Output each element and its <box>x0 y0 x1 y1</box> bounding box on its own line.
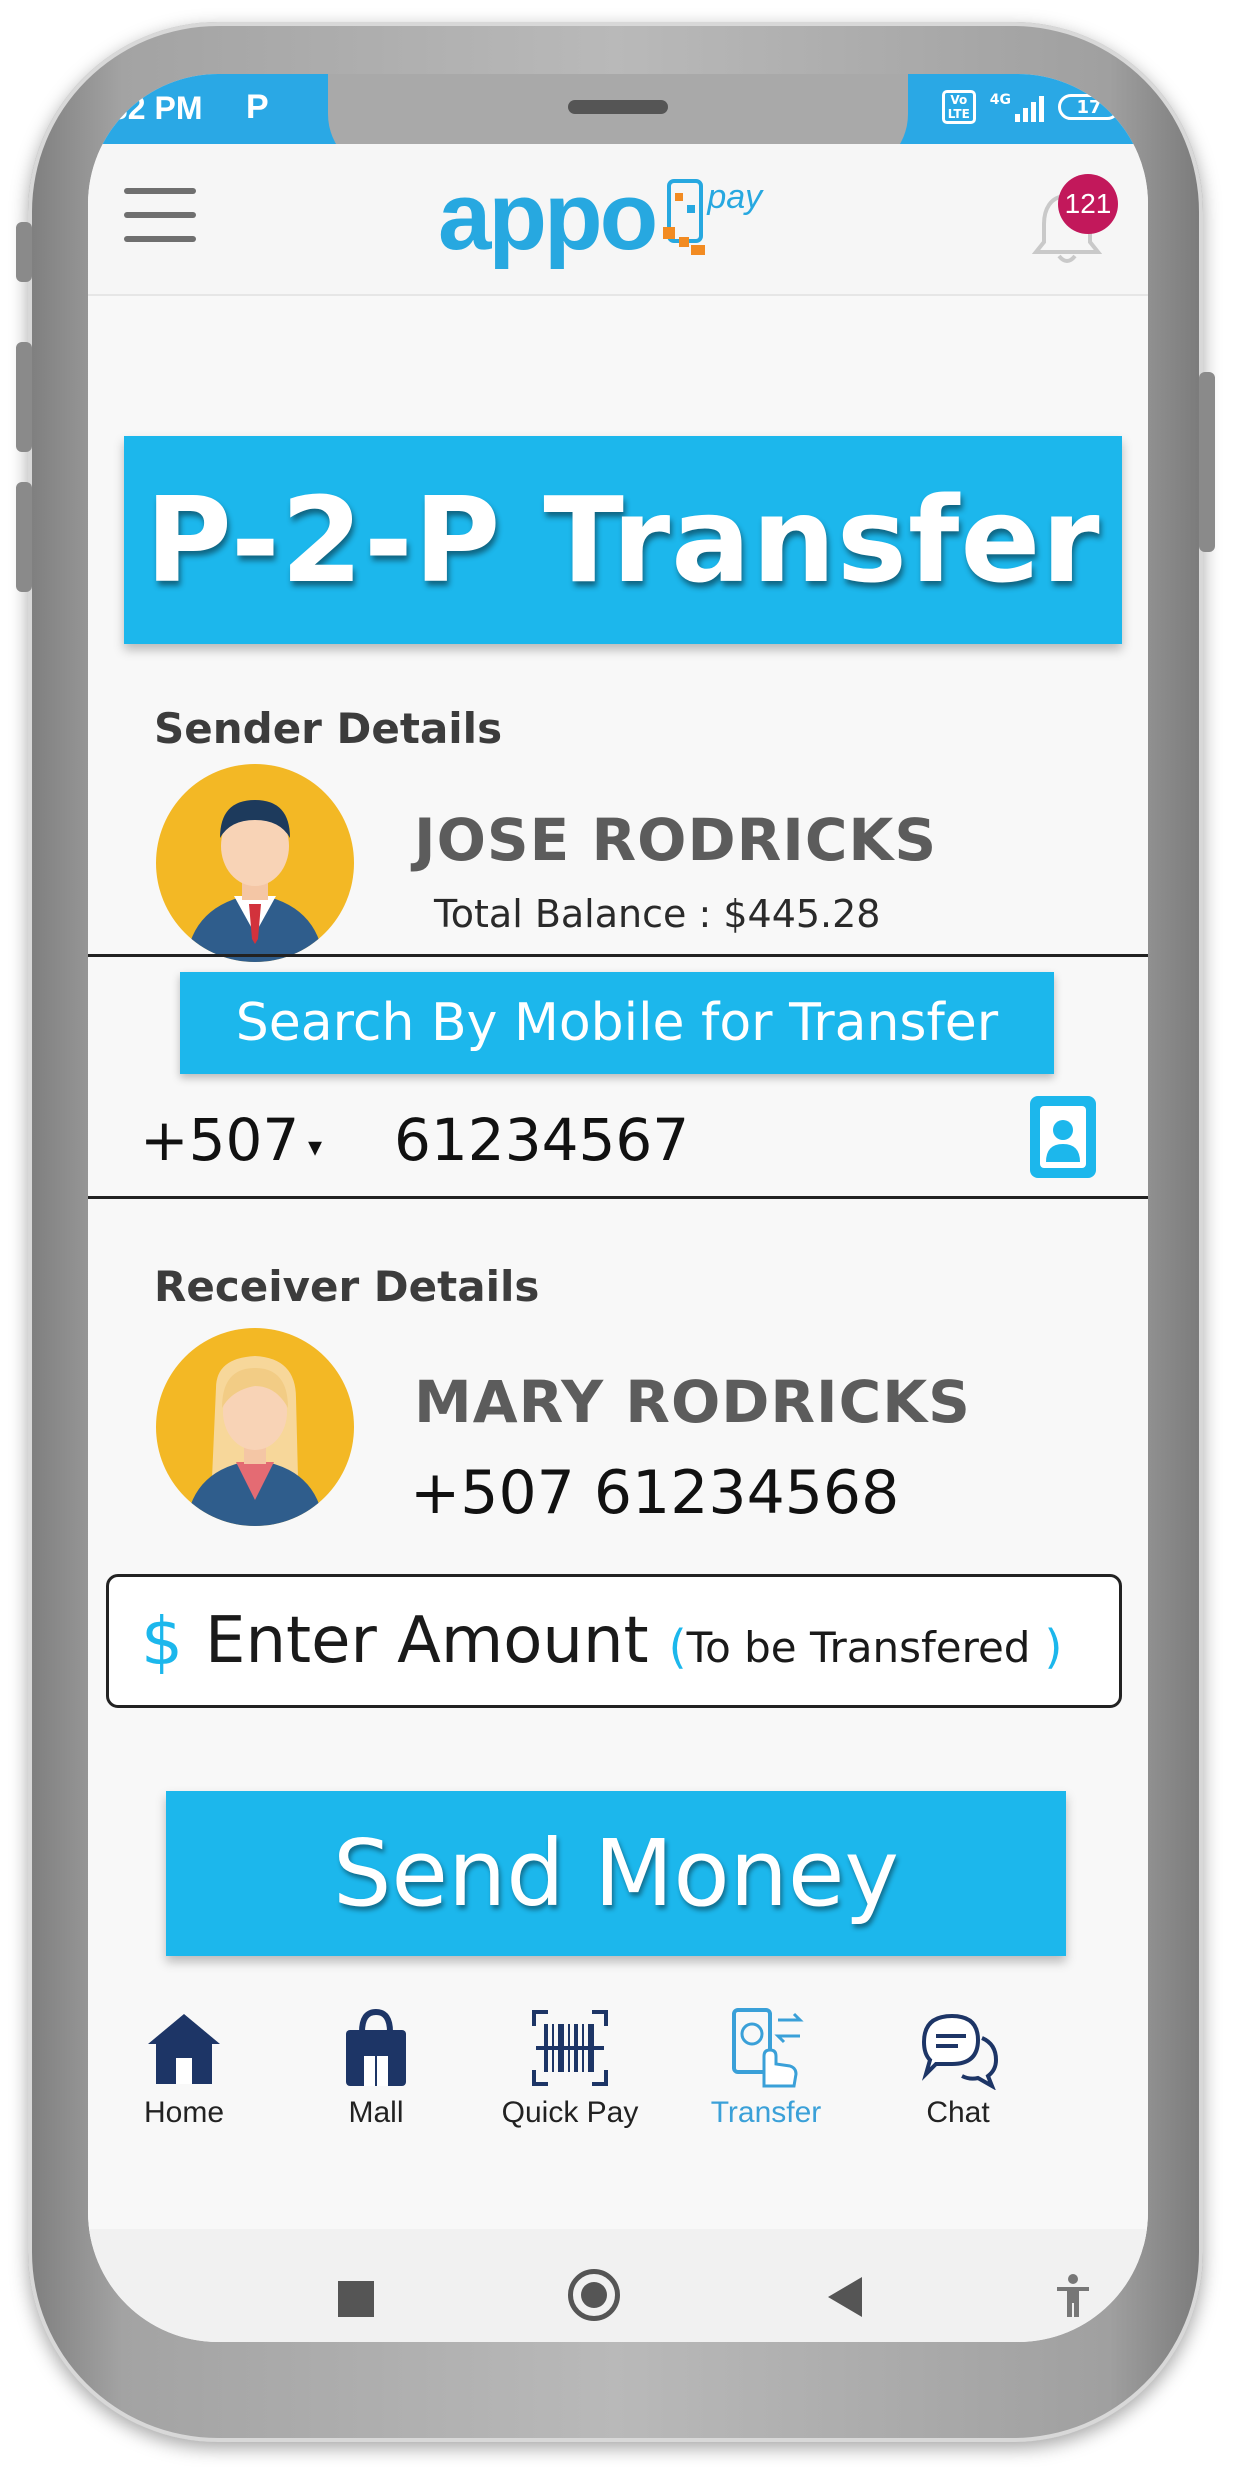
receiver-name: MARY RODRICKS <box>414 1368 971 1436</box>
search-by-mobile-button[interactable]: Search By Mobile for Transfer <box>180 972 1054 1074</box>
sender-balance: Total Balance : $445.28 <box>434 892 881 936</box>
dollar-icon: $ <box>141 1602 183 1680</box>
chat-icon <box>916 2006 1000 2091</box>
logo-phone-icon <box>661 175 709 259</box>
amount-hint: To be Transfered <box>686 1622 1031 1672</box>
accessibility-icon[interactable] <box>1053 2273 1093 2319</box>
sender-section-label: Sender Details <box>154 704 503 753</box>
barcode-icon <box>528 2006 612 2090</box>
nav-label-quick-pay: Quick Pay <box>501 2096 639 2129</box>
system-navigation-bar <box>88 2229 1148 2342</box>
shopping-bag-icon <box>334 2006 418 2090</box>
nav-item-quick-pay[interactable]: Quick Pay <box>480 2006 660 2130</box>
mobile-search-row: +507 ▾ 61234567 <box>88 1086 1148 1186</box>
side-button <box>16 482 32 592</box>
transfer-form: P-2-P Transfer Sender Details JOSE RODRI… <box>88 294 1148 2246</box>
contact-picker-icon[interactable] <box>1030 1096 1096 1178</box>
send-money-button[interactable]: Send Money <box>166 1791 1066 1956</box>
send-money-label: Send Money <box>333 1820 899 1927</box>
receiver-avatar <box>156 1328 354 1526</box>
volte-icon: Vo LTE <box>941 90 976 124</box>
country-code-select[interactable]: +507 <box>140 1106 299 1174</box>
chevron-down-icon[interactable]: ▾ <box>308 1130 322 1163</box>
logo-text: appo <box>438 163 658 270</box>
divider <box>88 954 1148 957</box>
page-title-banner: P-2-P Transfer <box>124 436 1122 644</box>
nav-label-chat: Chat <box>926 2096 990 2129</box>
receiver-section-label: Receiver Details <box>154 1262 540 1311</box>
receiver-phone: +507 61234568 <box>410 1458 900 1528</box>
sender-avatar <box>156 764 354 962</box>
status-icons: Vo LTE 4G 17 <box>941 90 1120 124</box>
network-type: 4G <box>989 92 1011 108</box>
nav-item-home[interactable]: Home <box>94 2006 274 2130</box>
logo-pay-text: pay <box>707 177 763 216</box>
hamburger-menu-icon[interactable] <box>124 188 196 246</box>
amount-placeholder: Enter Amount <box>205 1604 649 1678</box>
nav-item-transfer[interactable]: Transfer <box>676 2006 856 2130</box>
nav-label-transfer: Transfer <box>710 2096 822 2129</box>
recent-apps-icon[interactable] <box>338 2281 374 2317</box>
nav-label-mall: Mall <box>348 2096 404 2129</box>
app-indicator-icon: P <box>246 88 269 126</box>
divider <box>88 1196 1148 1199</box>
power-button <box>1199 372 1215 552</box>
volume-down-button <box>16 342 32 452</box>
page-title: P-2-P Transfer <box>145 471 1101 609</box>
mobile-number-input[interactable]: 61234567 <box>394 1106 689 1174</box>
notifications-button[interactable]: 121 <box>1022 174 1118 274</box>
phone-screen: 32 PM P Vo LTE 4G 17 appo pay 121 P-2-P … <box>88 74 1148 2342</box>
back-icon[interactable] <box>828 2277 862 2317</box>
signal-icon <box>1015 92 1044 122</box>
volume-up-button <box>16 222 32 282</box>
transfer-icon <box>724 2006 808 2090</box>
nav-item-chat[interactable]: Chat <box>868 2006 1048 2130</box>
amount-input[interactable]: $ Enter Amount ( To be Transfered ) <box>106 1574 1122 1708</box>
notification-badge: 121 <box>1058 174 1118 234</box>
battery-icon: 17 <box>1058 94 1120 120</box>
appo-pay-logo: appo pay <box>438 162 762 272</box>
status-time: 32 PM <box>110 90 203 126</box>
amount-hint-close-paren: ) <box>1044 1620 1063 1674</box>
speaker-grille <box>568 100 668 114</box>
amount-hint-open-paren: ( <box>668 1620 687 1674</box>
app-header: appo pay 121 <box>88 144 1148 294</box>
home-icon <box>142 2006 226 2090</box>
sender-name: JOSE RODRICKS <box>414 806 938 874</box>
home-button-icon[interactable] <box>568 2269 620 2321</box>
nav-label-home: Home <box>143 2096 225 2129</box>
nav-item-mall[interactable]: Mall <box>286 2006 466 2130</box>
bottom-navigation: Home Mall Quick Pay Transfer Chat <box>88 2006 1148 2176</box>
